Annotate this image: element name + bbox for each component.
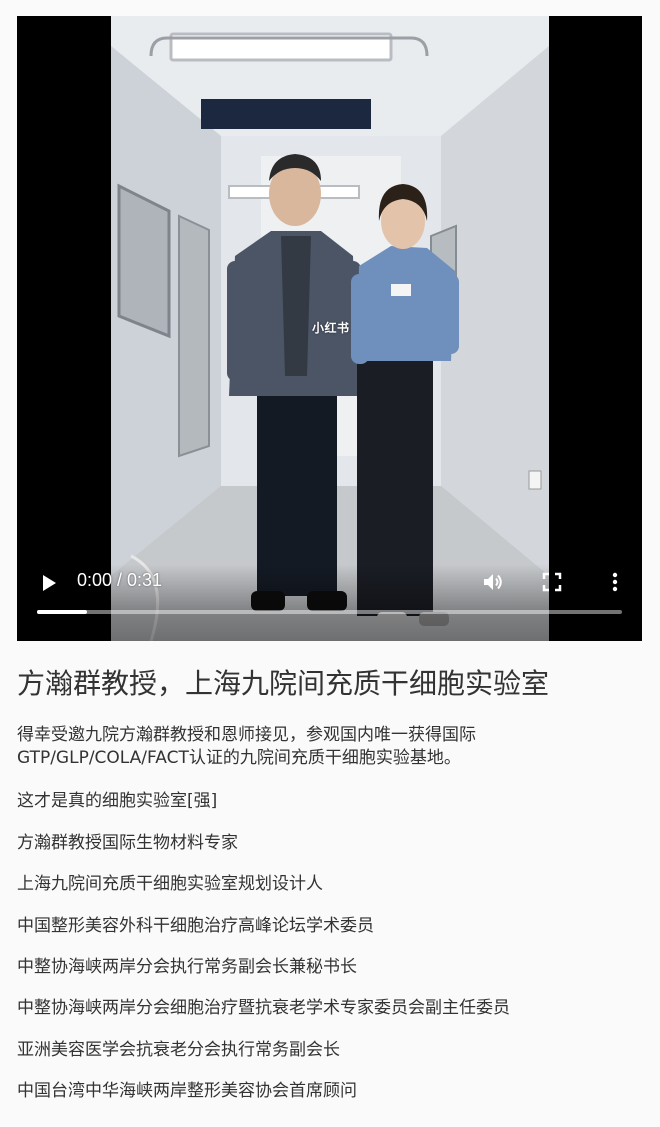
fullscreen-button[interactable] — [541, 571, 563, 593]
video-progress-bar[interactable] — [37, 610, 622, 614]
volume-button[interactable] — [481, 570, 505, 594]
more-vertical-icon — [612, 572, 618, 592]
article-intro: 得幸受邀九院方瀚群教授和恩师接见，参观国内唯一获得国际 GTP/GLP/COLA… — [17, 724, 577, 770]
video-time-display: 0:00 / 0:31 — [77, 570, 163, 590]
fullscreen-icon — [542, 572, 562, 592]
more-options-button[interactable] — [603, 570, 627, 594]
video-progress-fill — [37, 610, 87, 614]
article-line: 中国台湾中华海峡两岸整形美容协会首席顾问 — [17, 1081, 357, 1101]
video-player[interactable]: 小红书 0:00 / 0:31 — [17, 16, 642, 641]
article-line: 中国整形美容外科干细胞治疗高峰论坛学术委员 — [17, 916, 374, 936]
video-frame[interactable]: 小红书 — [111, 16, 549, 641]
page: 小红书 0:00 / 0:31 方瀚群教授，上海九院间充质干细胞实验室 得幸受邀… — [0, 0, 660, 1127]
play-button[interactable] — [39, 573, 59, 593]
watermark-text: 小红书 — [312, 321, 350, 335]
intro-line: GTP/GLP/COLA/FACT认证的九院间充质干细胞实验基地。 — [17, 748, 461, 768]
volume-icon — [484, 574, 502, 590]
play-icon — [43, 575, 56, 591]
article-line: 这才是真的细胞实验室[强] — [17, 791, 218, 811]
article-line: 亚洲美容医学会抗衰老分会执行常务副会长 — [17, 1040, 340, 1060]
article-line: 中整协海峡两岸分会执行常务副会长兼秘书长 — [17, 957, 357, 977]
article-line: 上海九院间充质干细胞实验室规划设计人 — [17, 874, 323, 894]
intro-line: 得幸受邀九院方瀚群教授和恩师接见，参观国内唯一获得国际 — [17, 725, 476, 745]
article-title: 方瀚群教授，上海九院间充质干细胞实验室 — [17, 667, 550, 700]
article-line: 中整协海峡两岸分会细胞治疗暨抗衰老学术专家委员会副主任委员 — [17, 998, 510, 1018]
article-line: 方瀚群教授国际生物材料专家 — [17, 833, 238, 853]
